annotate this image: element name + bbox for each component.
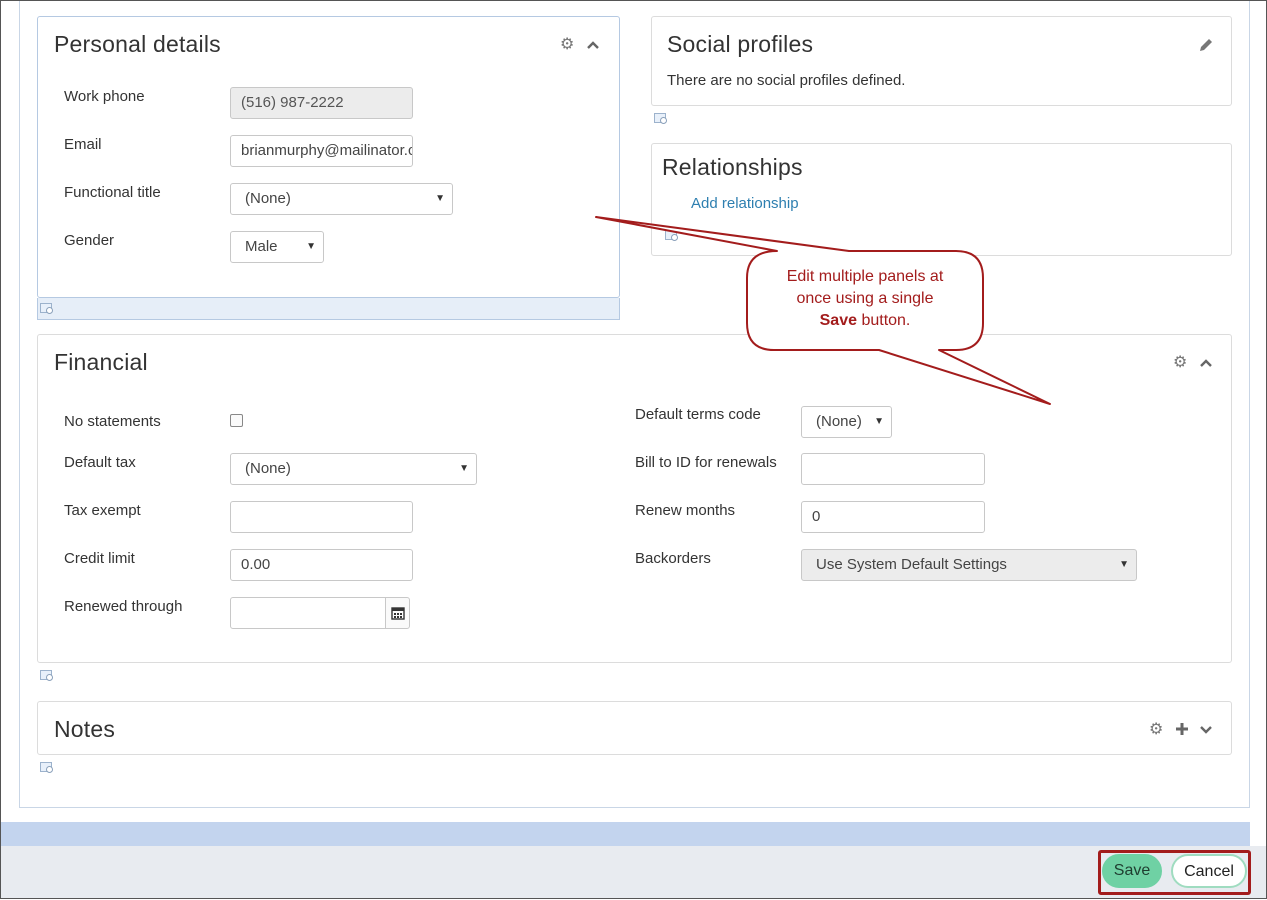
callout-text: Edit multiple panels at once using a sin… (747, 266, 983, 332)
callout-line-3: Save button. (747, 310, 983, 332)
callout-line-1: Edit multiple panels at (786, 268, 944, 285)
callout-line-2: once using a single (796, 290, 934, 307)
callout-save-word: Save (819, 312, 857, 329)
callout-bubble (595, 216, 1051, 405)
callout-line-3-rest: button. (857, 312, 911, 329)
